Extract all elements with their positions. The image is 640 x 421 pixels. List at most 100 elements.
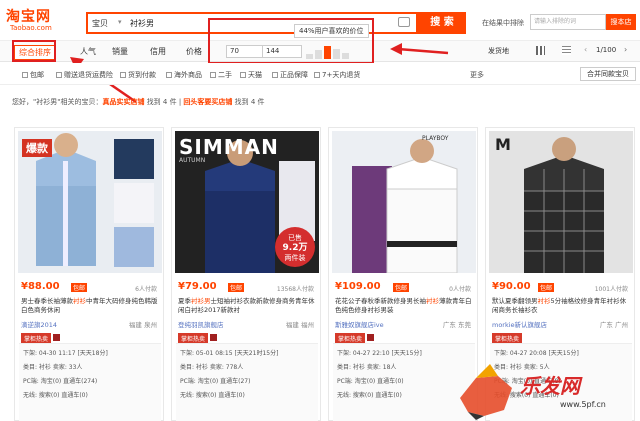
info-line: 下架: 04-30 11:17 [天天18分] bbox=[23, 350, 108, 357]
checkbox-icon[interactable] bbox=[22, 72, 28, 78]
exclude-label: 在结果中排除 bbox=[482, 19, 524, 27]
checkbox-icon[interactable] bbox=[210, 72, 216, 78]
info-line: 无线: 搜索(0) 直通车(0) bbox=[23, 392, 88, 399]
shop-link[interactable]: 登纯羽凯旗舰店 bbox=[178, 319, 224, 329]
filter-return-insurance[interactable]: 赠送退货运费险 bbox=[56, 70, 113, 80]
taobao-logo-sub: Taobao.com bbox=[10, 24, 52, 32]
product-card[interactable]: SIMMAN AUTUMN 已售 9.2万 两件装 ¥79.00 包邮 1356… bbox=[171, 127, 321, 421]
product-price: ¥88.00 bbox=[21, 281, 60, 292]
filter-free-shipping[interactable]: 包邮 bbox=[22, 70, 44, 80]
chevron-down-icon: ▾ bbox=[118, 18, 122, 26]
info-line: 下架: 05-01 08:15 [天天21时15分] bbox=[180, 350, 279, 357]
product-title[interactable]: 男士春季长袖薄款衬衫中青年大码修身纯色韩版白色商务休闲 bbox=[21, 297, 161, 315]
sort-credit[interactable]: 信用 bbox=[150, 46, 166, 57]
shop-link[interactable]: 斯雅奴旗舰店ive bbox=[335, 319, 384, 329]
filter-label: 包邮 bbox=[30, 71, 44, 79]
shop-link[interactable]: 滴逆旗2014 bbox=[21, 319, 57, 329]
annotation-arrow-left-icon bbox=[390, 43, 449, 55]
exclude-input[interactable]: 请输入排除的词 bbox=[530, 14, 606, 30]
filter-label: 正品保障 bbox=[280, 71, 308, 79]
product-image[interactable]: SIMMAN AUTUMN 已售 9.2万 两件装 bbox=[175, 131, 319, 273]
checkbox-icon[interactable] bbox=[56, 72, 62, 78]
product-title[interactable]: 夏季衬衫男士短袖衬衫衣款新款修身商务青年休闲白衬衫2017新款衬 bbox=[178, 297, 318, 315]
shirt-illustration bbox=[352, 139, 458, 273]
more-filters-button[interactable]: 更多 bbox=[470, 70, 484, 80]
free-shipping-tag: 包邮 bbox=[228, 283, 245, 292]
title-highlight: 衬衫 bbox=[73, 297, 86, 305]
checkbox-icon[interactable] bbox=[120, 72, 126, 78]
annotation-price-box bbox=[208, 18, 374, 64]
list-view-icon[interactable] bbox=[562, 46, 571, 55]
filter-label: 7+天内退货 bbox=[322, 71, 361, 79]
shop-link[interactable]: morkie新认旗舰店 bbox=[492, 319, 547, 329]
filter-bar: 包邮 赠送退货运费险 货到付款 海外商品 二手 天猫 正品保障 7+天内退货 更… bbox=[0, 63, 640, 85]
sort-price[interactable]: 价格 bbox=[186, 46, 202, 57]
grid-view-icon[interactable] bbox=[536, 46, 545, 55]
checkbox-icon[interactable] bbox=[240, 72, 246, 78]
notice-store-link[interactable]: 真品实实店铺 bbox=[102, 98, 144, 106]
info-line: 类目: 衬衫 卖家: 33人 bbox=[23, 364, 83, 371]
notice-count: 找到 4 件 bbox=[146, 98, 177, 106]
chevron-left-icon[interactable]: ‹ bbox=[584, 45, 587, 54]
filter-label: 赠送退货运费险 bbox=[64, 71, 113, 79]
checkbox-icon[interactable] bbox=[272, 72, 278, 78]
hot-badge: 爆款 bbox=[22, 139, 52, 157]
product-card[interactable]: 爆款 ¥88.00 包邮 6人付款 男士春季长袖薄款衬衫中青年大码修身纯色韩版白… bbox=[14, 127, 164, 421]
stamp-line: 两件装 bbox=[284, 254, 306, 262]
merge-same-items-button[interactable]: 合并同款宝贝 bbox=[580, 67, 636, 81]
service-icon bbox=[53, 334, 60, 341]
product-title[interactable]: 默认夏季翻领男衬衫5分袖格纹修身青年衬衫休闲商务长袖衫衣 bbox=[492, 297, 632, 315]
filter-label: 海外商品 bbox=[174, 71, 202, 79]
service-icon bbox=[367, 334, 374, 341]
brand-text: SIMMAN bbox=[179, 135, 279, 159]
info-line: 类目: 衬衫 卖家: 18人 bbox=[337, 364, 397, 371]
filter-tmall[interactable]: 天猫 bbox=[240, 70, 262, 80]
notice-store-link-2[interactable]: 回头客要买店铺 bbox=[183, 98, 232, 106]
camera-icon[interactable] bbox=[398, 17, 410, 27]
exclude-button[interactable]: 搜本店 bbox=[606, 14, 636, 30]
chevron-right-icon[interactable]: › bbox=[624, 45, 627, 54]
product-image[interactable]: M bbox=[489, 131, 633, 273]
search-category-select[interactable]: 宝贝 bbox=[92, 18, 108, 29]
brand-logo: M bbox=[495, 135, 511, 154]
product-title[interactable]: 花花公子春秋季新款修身男长袖衬衫薄款青年白色纯色修身衬衫男装 bbox=[335, 297, 475, 315]
sales-count: 13568人付款 bbox=[276, 286, 314, 293]
seller-info-panel: 下架: 04-30 11:17 [天天18分] 类目: 衬衫 卖家: 33人 P… bbox=[19, 343, 161, 421]
info-line: 下架: 04-27 22:10 [天天15分] bbox=[337, 350, 422, 357]
product-price: ¥90.00 bbox=[492, 281, 531, 292]
info-line: PC端: 淘宝(0) 直通车(0) bbox=[337, 378, 404, 385]
title-text: 默认夏季翻领男 bbox=[492, 297, 538, 305]
checkbox-icon[interactable] bbox=[166, 72, 172, 78]
search-input[interactable]: 衬衫男 bbox=[130, 18, 154, 29]
product-price: ¥79.00 bbox=[178, 281, 217, 292]
stamp-line: 已售 bbox=[288, 234, 302, 242]
filter-secondhand[interactable]: 二手 bbox=[210, 70, 232, 80]
title-text: 花花公子春秋季新款修身男长袖 bbox=[335, 297, 426, 305]
info-line: 无线: 搜索(0) 直通车(0) bbox=[180, 392, 245, 399]
page-indicator: 1/100 bbox=[596, 46, 617, 54]
taobao-logo[interactable]: 淘宝网 bbox=[6, 6, 51, 26]
result-notice: 您好，"衬衫男"相关的宝贝：真品实实店铺 找到 4 件 | 回头客要买店铺 找到… bbox=[12, 97, 265, 107]
sold-stamp: 已售 9.2万 两件装 bbox=[275, 227, 315, 267]
sales-count: 0人付款 bbox=[449, 286, 471, 293]
filter-7day-return[interactable]: 7+天内退货 bbox=[314, 70, 360, 80]
filter-genuine[interactable]: 正品保障 bbox=[272, 70, 308, 80]
info-line: PC端: 淘宝(0) 直通车(274) bbox=[23, 378, 98, 385]
info-line: 类目: 衬衫 卖家: 778人 bbox=[180, 364, 244, 371]
search-button[interactable]: 搜 索 bbox=[418, 12, 466, 34]
brand-logo: PLAYBOY bbox=[422, 135, 449, 142]
notice-prefix: 您好，"衬衫男"相关的宝贝： bbox=[12, 98, 103, 106]
filter-cod[interactable]: 货到付款 bbox=[120, 70, 156, 80]
seller-info-panel: 下架: 05-01 08:15 [天天21时15分] 类目: 衬衫 卖家: 77… bbox=[176, 343, 318, 421]
info-line: 无线: 搜索(0) 直通车(0) bbox=[337, 392, 402, 399]
title-text: 男士春季长袖薄款 bbox=[21, 297, 73, 305]
service-icon bbox=[210, 334, 217, 341]
stamp-line: 9.2万 bbox=[282, 243, 308, 253]
product-image[interactable]: PLAYBOY bbox=[332, 131, 476, 273]
filter-overseas[interactable]: 海外商品 bbox=[166, 70, 202, 80]
checkbox-icon[interactable] bbox=[314, 72, 320, 78]
product-image[interactable]: 爆款 bbox=[18, 131, 162, 273]
ship-from-select[interactable]: 发货地 bbox=[488, 46, 509, 56]
product-price: ¥109.00 bbox=[335, 281, 381, 292]
filter-label: 二手 bbox=[218, 71, 232, 79]
